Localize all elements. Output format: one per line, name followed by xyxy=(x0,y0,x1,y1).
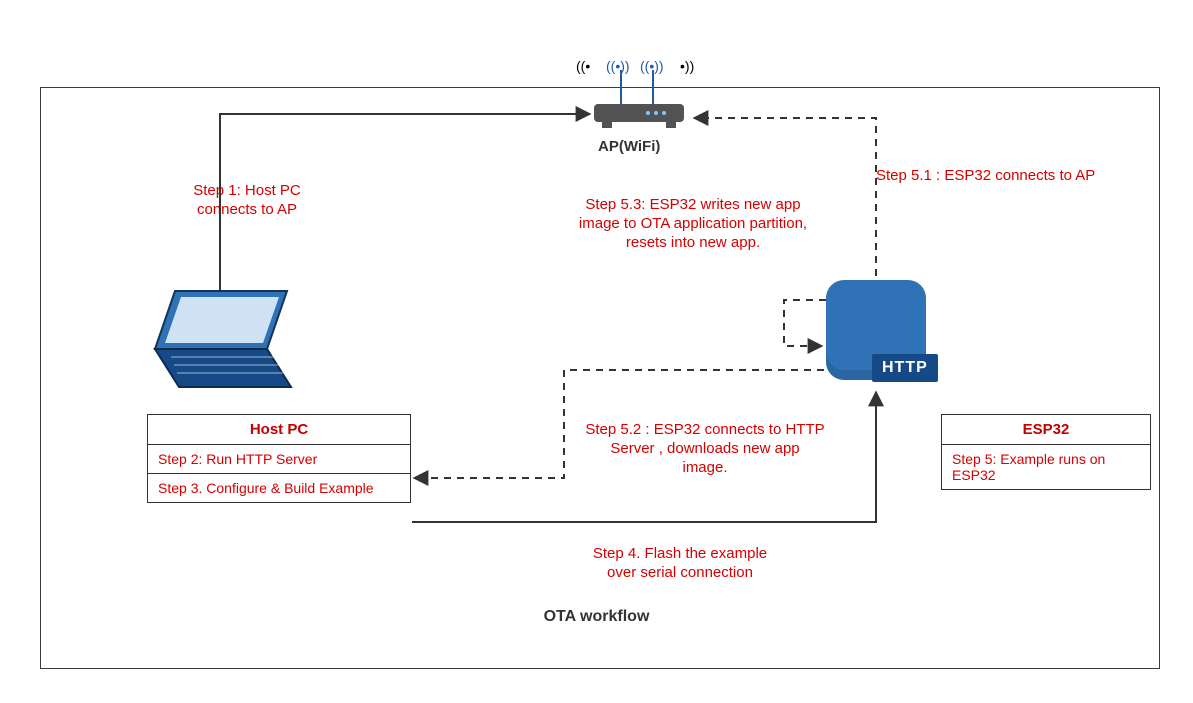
step52-label: Step 5.2 : ESP32 connects to HTTP Server… xyxy=(560,421,850,477)
step53-line2: image to OTA application partition, xyxy=(579,215,807,232)
diagram-canvas: ((• ((•)) ((•)) •)) AP(WiFi) HTTP Host P… xyxy=(0,0,1193,703)
host-pc-box: Host PC Step 2: Run HTTP Server Step 3. … xyxy=(147,414,411,503)
diagram-title: OTA workflow xyxy=(0,608,1193,626)
step4-label: Step 4. Flash the example over serial co… xyxy=(550,545,810,583)
step1-line1: Step 1: Host PC xyxy=(193,182,301,199)
step52-line3: image. xyxy=(682,459,727,476)
wifi-icon: ((• xyxy=(576,58,590,74)
step53-line3: resets into new app. xyxy=(626,234,760,251)
step53-label: Step 5.3: ESP32 writes new app image to … xyxy=(548,196,838,252)
http-badge: HTTP xyxy=(872,354,938,382)
step52-line2: Server , downloads new app xyxy=(610,440,799,457)
laptop-icon xyxy=(141,287,301,397)
host-pc-step2: Step 2: Run HTTP Server xyxy=(148,445,410,474)
step1-label: Step 1: Host PC connects to AP xyxy=(147,182,347,220)
step1-line2: connects to AP xyxy=(197,201,297,218)
ap-label: AP(WiFi) xyxy=(598,138,660,155)
router-icon xyxy=(594,104,684,132)
esp32-box: ESP32 Step 5: Example runs on ESP32 xyxy=(941,414,1151,490)
host-pc-step3: Step 3. Configure & Build Example xyxy=(148,474,410,502)
step53-line1: Step 5.3: ESP32 writes new app xyxy=(585,196,800,213)
esp32-step5: Step 5: Example runs on ESP32 xyxy=(942,445,1150,489)
esp32-title: ESP32 xyxy=(942,415,1150,445)
step4-line2: over serial connection xyxy=(607,564,753,581)
step4-line1: Step 4. Flash the example xyxy=(593,545,767,562)
wifi-icon: •)) xyxy=(680,58,694,74)
wifi-icon: ((•)) xyxy=(606,58,630,74)
step51-label: Step 5.1 : ESP32 connects to AP xyxy=(876,167,1156,186)
host-pc-title: Host PC xyxy=(148,415,410,445)
step52-line1: Step 5.2 : ESP32 connects to HTTP xyxy=(585,421,824,438)
step51-line: Step 5.1 : ESP32 connects to AP xyxy=(876,167,1095,184)
